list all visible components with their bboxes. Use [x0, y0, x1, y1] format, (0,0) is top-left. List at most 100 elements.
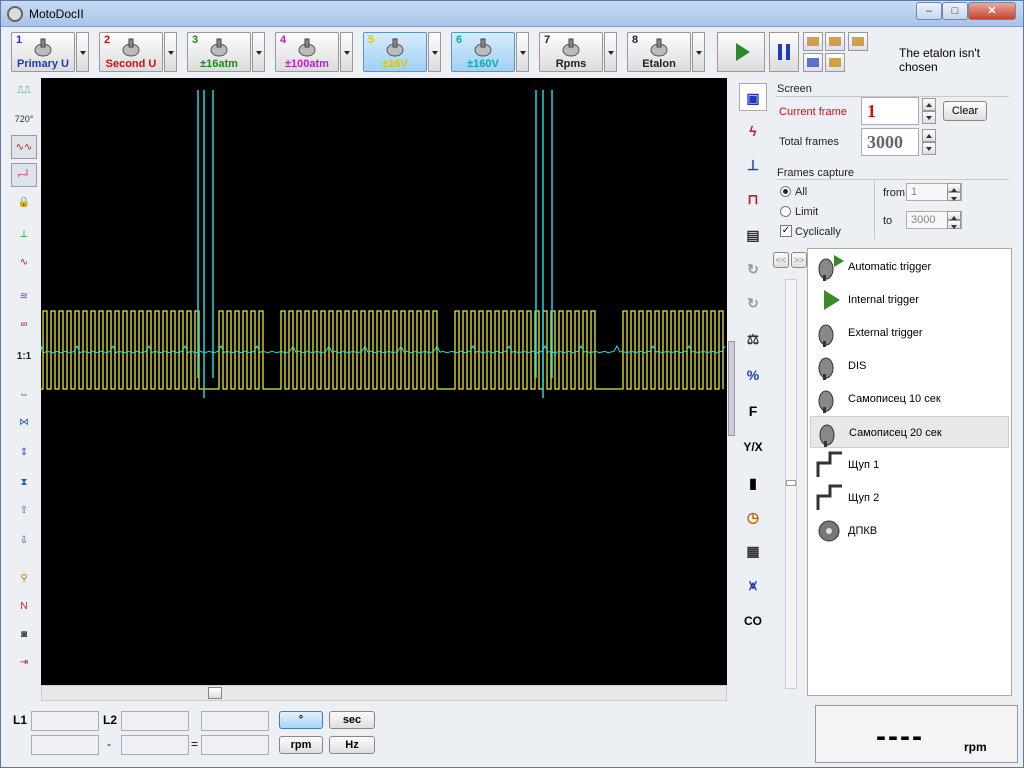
- ratio-1-1-button[interactable]: 1:1: [11, 345, 37, 369]
- l2-field[interactable]: [121, 711, 189, 731]
- channel-4-dropdown[interactable]: [340, 32, 353, 72]
- zoom-search-icon[interactable]: ⚲: [11, 567, 37, 591]
- trigger-item[interactable]: ДПКВ: [810, 515, 1009, 547]
- balance-scale-icon[interactable]: ⚖: [739, 325, 767, 353]
- signal-edges-icon[interactable]: ⊓: [739, 185, 767, 213]
- minimize-button[interactable]: –: [916, 2, 942, 20]
- move-down-icon[interactable]: ⇩: [11, 529, 37, 553]
- trigger-item[interactable]: Самописец 10 сек: [810, 383, 1009, 415]
- total-frames-down[interactable]: [922, 142, 936, 155]
- capture-limit-radio[interactable]: [780, 206, 791, 217]
- channel-3-button[interactable]: 3 ±16atm: [187, 32, 251, 72]
- l1-field[interactable]: [31, 711, 99, 731]
- channel-5-button[interactable]: 5 ±16V: [363, 32, 427, 72]
- shrink-vertical-icon[interactable]: ⧗: [11, 471, 37, 495]
- pulse-view-icon[interactable]: ⎍⎍: [11, 79, 37, 103]
- trigger-item[interactable]: DIS: [810, 350, 1009, 382]
- channel-8-dropdown[interactable]: [692, 32, 705, 72]
- channel-5-dropdown[interactable]: [428, 32, 441, 72]
- channel-6-dropdown[interactable]: [516, 32, 529, 72]
- oscilloscope-display[interactable]: [40, 78, 727, 685]
- from-up[interactable]: [947, 183, 961, 192]
- cursor-marker-icon[interactable]: ⊥: [11, 223, 37, 247]
- trigger-item[interactable]: Щуп 1: [810, 449, 1009, 481]
- shrink-horizontal-icon[interactable]: ⋈: [11, 411, 37, 435]
- rotate-icon[interactable]: ↻: [739, 255, 767, 283]
- open-folder-icon[interactable]: [803, 32, 823, 51]
- percent-chart-icon[interactable]: %: [739, 361, 767, 389]
- wave-mode-icon[interactable]: ∿∿: [11, 135, 37, 159]
- save-icon[interactable]: [803, 53, 823, 72]
- cyclically-checkbox[interactable]: ✓: [780, 225, 792, 237]
- trigger-prev-button[interactable]: <<: [773, 252, 789, 268]
- open-file-icon[interactable]: [825, 32, 845, 51]
- channel-7-button[interactable]: 7 Rpms: [539, 32, 603, 72]
- maximize-button[interactable]: □: [942, 2, 968, 20]
- degrees-button[interactable]: °: [279, 711, 323, 729]
- formula-f-button[interactable]: F: [739, 397, 767, 425]
- co-button[interactable]: CO: [739, 607, 767, 635]
- sine-icon[interactable]: ∿: [11, 251, 37, 275]
- play-button[interactable]: [717, 32, 765, 72]
- trigger-item[interactable]: Щуп 2: [810, 482, 1009, 514]
- channel-1-button[interactable]: 1 Primary U: [11, 32, 75, 72]
- from-down[interactable]: [947, 192, 961, 201]
- trigger-item[interactable]: Automatic trigger: [810, 251, 1009, 283]
- l1-value-field[interactable]: [31, 735, 99, 755]
- hz-button[interactable]: Hz: [329, 736, 375, 754]
- memory-icon[interactable]: ▤: [739, 221, 767, 249]
- ratio-yx-button[interactable]: Y/X: [739, 433, 767, 461]
- pulse-measure-icon[interactable]: ⊥: [739, 151, 767, 179]
- trigger-item[interactable]: Internal trigger: [810, 284, 1009, 316]
- device-icon[interactable]: ▦: [739, 537, 767, 565]
- panel-collapse-handle[interactable]: [728, 341, 735, 436]
- battery-icon[interactable]: ▮: [739, 469, 767, 497]
- channel-3-dropdown[interactable]: [252, 32, 265, 72]
- channel-4-button[interactable]: 4 ±100atm: [275, 32, 339, 72]
- total-frames-field[interactable]: 3000: [861, 128, 919, 156]
- trigger-level-handle[interactable]: [786, 480, 796, 486]
- to-up[interactable]: [947, 211, 961, 220]
- rpm-button[interactable]: rpm: [279, 736, 323, 754]
- clear-button[interactable]: Clear: [943, 101, 987, 121]
- total-frames-up[interactable]: [922, 129, 936, 142]
- export-file-icon[interactable]: [825, 53, 845, 72]
- channel-2-dropdown[interactable]: [164, 32, 177, 72]
- step-mode-icon[interactable]: ⌐┘: [11, 163, 37, 187]
- to-down[interactable]: [947, 220, 961, 229]
- capture-all-radio[interactable]: [780, 186, 791, 197]
- trigger-level-track[interactable]: [785, 279, 797, 689]
- trigger-next-button[interactable]: >>: [791, 252, 807, 268]
- trigger-item[interactable]: Самописец 20 сек: [810, 416, 1009, 448]
- multi-trace-icon[interactable]: ≋: [11, 285, 37, 309]
- current-frame-down[interactable]: [922, 111, 936, 124]
- move-up-icon[interactable]: ⇧: [11, 499, 37, 523]
- close-button[interactable]: ✕: [968, 2, 1016, 20]
- export-icon[interactable]: ⇥: [11, 651, 37, 675]
- current-frame-up[interactable]: [922, 98, 936, 111]
- stretch-horizontal-icon[interactable]: ⇔: [11, 383, 37, 407]
- clock-icon[interactable]: ◷: [739, 503, 767, 531]
- lock-icon[interactable]: 🔒: [11, 191, 37, 215]
- channel-8-button[interactable]: 8 Etalon: [627, 32, 691, 72]
- wrench-icon[interactable]: [848, 32, 868, 51]
- current-frame-field[interactable]: 1: [861, 97, 919, 125]
- rotate-alt-icon[interactable]: ↻: [739, 289, 767, 317]
- delta-field[interactable]: [201, 711, 269, 731]
- channel-1-dropdown[interactable]: [76, 32, 89, 72]
- channel-7-dropdown[interactable]: [604, 32, 617, 72]
- n-marker-icon[interactable]: N: [11, 595, 37, 619]
- stretch-vertical-icon[interactable]: ⇕: [11, 441, 37, 465]
- result-field[interactable]: [201, 735, 269, 755]
- seconds-button[interactable]: sec: [329, 711, 375, 729]
- injector-icon[interactable]: ⩙: [739, 571, 767, 599]
- monitor-icon[interactable]: ▣: [739, 83, 767, 111]
- camera-icon[interactable]: ◙: [11, 623, 37, 647]
- l2-value-field[interactable]: [121, 735, 189, 755]
- channel-6-button[interactable]: 6 ±160V: [451, 32, 515, 72]
- pause-button[interactable]: [769, 32, 799, 72]
- angle-720-icon[interactable]: 720°: [11, 107, 37, 131]
- trigger-item[interactable]: External trigger: [810, 317, 1009, 349]
- channel-2-button[interactable]: 2 Second U: [99, 32, 163, 72]
- lightning-icon[interactable]: ϟ: [739, 117, 767, 145]
